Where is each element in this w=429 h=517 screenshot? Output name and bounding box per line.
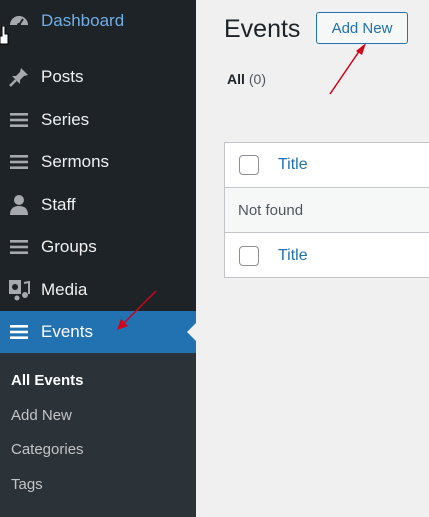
submenu-add-new[interactable]: Add New [11, 407, 72, 424]
table-footer-row: Title [225, 233, 429, 278]
media-icon [7, 278, 31, 302]
sidebar-item-dashboard[interactable]: Dashboard [0, 0, 196, 42]
submenu-tags[interactable]: Tags [11, 476, 43, 493]
filter-all[interactable]: All (0) [227, 71, 266, 87]
table-header-row: Title [225, 143, 429, 188]
select-all-checkbox-footer[interactable] [239, 245, 259, 266]
dashboard-icon [7, 9, 31, 33]
events-submenu: All Events Add New Categories Tags [0, 353, 196, 517]
table-row: Not found [225, 188, 429, 233]
submenu-categories[interactable]: Categories [11, 441, 84, 458]
filter-all-label[interactable]: All [227, 71, 245, 87]
sidebar-item-label: Dashboard [41, 11, 125, 30]
events-table: Title Not found Title [224, 142, 429, 278]
hand-cursor-icon [0, 25, 10, 51]
page-title: Events [224, 15, 301, 43]
list-icon [7, 108, 31, 132]
sidebar-item-label: Groups [41, 237, 97, 256]
sidebar-item-label: Posts [41, 67, 84, 86]
admin-sidebar: Dashboard Posts Series Sermons Staff Gro… [0, 0, 196, 517]
sidebar-item-label: Events [41, 322, 93, 341]
empty-message: Not found [238, 201, 304, 219]
column-title-footer[interactable]: Title [278, 247, 308, 265]
list-icon [7, 150, 31, 174]
pin-icon [7, 65, 31, 89]
person-icon [7, 193, 31, 217]
sidebar-item-series[interactable]: Series [0, 99, 196, 141]
select-all-checkbox[interactable] [239, 155, 259, 175]
filter-all-count: (0) [248, 71, 267, 87]
sidebar-item-label: Media [41, 280, 88, 299]
sidebar-item-media[interactable]: Media [0, 269, 196, 311]
list-icon [7, 235, 31, 259]
list-icon [7, 320, 31, 344]
add-new-button[interactable]: Add New [316, 12, 408, 44]
sidebar-item-events[interactable]: Events [0, 311, 196, 353]
sidebar-item-posts[interactable]: Posts [0, 56, 196, 98]
sidebar-item-label: Sermons [41, 152, 110, 171]
sidebar-item-label: Staff [41, 195, 76, 214]
annotation-arrow-add-new [329, 43, 366, 95]
column-title-header[interactable]: Title [278, 156, 308, 174]
sidebar-item-sermons[interactable]: Sermons [0, 141, 196, 183]
sidebar-item-label: Series [41, 110, 90, 129]
sidebar-item-groups[interactable]: Groups [0, 226, 196, 268]
submenu-all-events[interactable]: All Events [11, 372, 84, 389]
sidebar-item-staff[interactable]: Staff [0, 184, 196, 226]
